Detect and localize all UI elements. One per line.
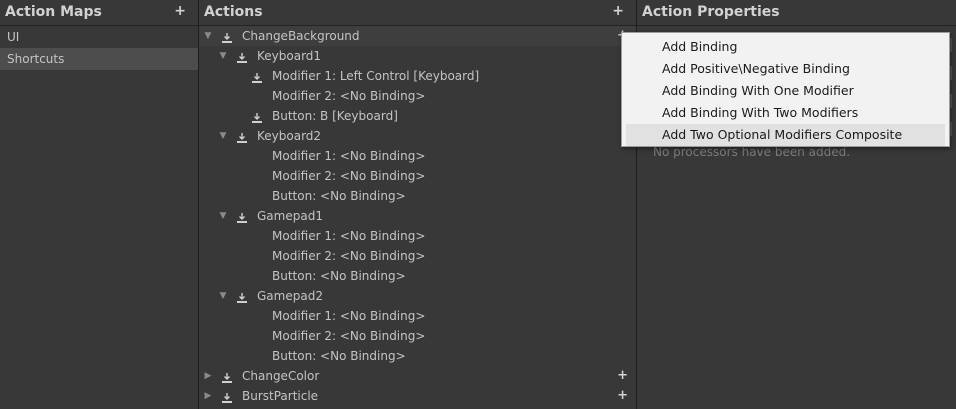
tree-row-label: Gamepad1 bbox=[257, 209, 323, 223]
binding-part-row[interactable]: Modifier 1: <No Binding> bbox=[199, 306, 636, 326]
input-binding-icon bbox=[236, 210, 248, 223]
foldout-expanded-icon[interactable]: ▼ bbox=[218, 46, 228, 66]
actions-header: Actions + bbox=[199, 0, 636, 26]
action-row[interactable]: ▶ ChangeColor + bbox=[199, 366, 636, 386]
binding-part-row[interactable]: Modifier 2: <No Binding> bbox=[199, 166, 636, 186]
input-binding-icon bbox=[251, 70, 263, 83]
input-actions-editor: Action Maps + UI Shortcuts Actions + ▼ Cha… bbox=[0, 0, 956, 409]
input-binding-icon bbox=[236, 130, 248, 143]
action-maps-panel: Action Maps + UI Shortcuts bbox=[0, 0, 198, 409]
tree-row-label: BurstParticle bbox=[242, 389, 319, 403]
composite-binding-row[interactable]: ▼ Gamepad1 bbox=[199, 206, 636, 226]
tree-row-label: ChangeBackground bbox=[242, 29, 360, 43]
foldout-expanded-icon[interactable]: ▼ bbox=[218, 206, 228, 226]
tree-row-label: Button: B [Keyboard] bbox=[272, 109, 398, 123]
processors-empty-hint: No processors have been added. bbox=[653, 145, 851, 159]
context-menu-item[interactable]: Add Two Optional Modifiers Composite bbox=[626, 124, 945, 146]
add-binding-button[interactable]: + bbox=[617, 386, 628, 406]
context-menu-item[interactable]: Add Binding With Two Modifiers bbox=[626, 102, 945, 124]
input-binding-icon bbox=[221, 390, 233, 403]
input-binding-icon bbox=[251, 110, 263, 123]
input-binding-icon bbox=[236, 290, 248, 303]
action-maps-list: UI Shortcuts bbox=[0, 26, 198, 70]
tree-row-label: ChangeColor bbox=[242, 369, 320, 383]
tree-row-label: Modifier 1: <No Binding> bbox=[272, 149, 426, 163]
action-maps-header: Action Maps + bbox=[0, 0, 198, 26]
binding-part-row[interactable]: Modifier 1: <No Binding> bbox=[199, 146, 636, 166]
binding-part-row[interactable]: Button: <No Binding> bbox=[199, 346, 636, 366]
tree-row-label: Button: <No Binding> bbox=[272, 189, 406, 203]
binding-part-row[interactable]: Modifier 2: <No Binding> bbox=[199, 86, 636, 106]
context-menu-item[interactable]: Add Binding With One Modifier bbox=[626, 80, 945, 102]
actions-panel: Actions + ▼ ChangeBackground + ▼ Keyboard1 Mo… bbox=[199, 0, 636, 409]
tree-row-label: Keyboard1 bbox=[257, 49, 322, 63]
tree-row-label: Modifier 1: <No Binding> bbox=[272, 229, 426, 243]
composite-binding-row[interactable]: ▼ Keyboard2 bbox=[199, 126, 636, 146]
add-binding-context-menu: Add Binding Add Positive\Negative Binding… bbox=[621, 32, 950, 147]
tree-row-label: Keyboard2 bbox=[257, 129, 322, 143]
action-row[interactable]: ▼ChangeBackground+ bbox=[199, 26, 636, 46]
composite-binding-row[interactable]: ▼ Gamepad2 bbox=[199, 286, 636, 306]
action-map-item[interactable]: Shortcuts bbox=[0, 48, 198, 70]
tree-row-label: Modifier 1: <No Binding> bbox=[272, 309, 426, 323]
foldout-collapsed-icon[interactable]: ▶ bbox=[203, 366, 213, 386]
foldout-expanded-icon[interactable]: ▼ bbox=[218, 126, 228, 146]
tree-row-label: Modifier 2: <No Binding> bbox=[272, 249, 426, 263]
input-binding-icon bbox=[221, 370, 233, 383]
context-menu-item[interactable]: Add Binding bbox=[626, 36, 945, 58]
action-row[interactable]: ▶ BurstParticle + bbox=[199, 386, 636, 406]
input-binding-icon bbox=[221, 30, 233, 43]
add-action-button[interactable]: + bbox=[612, 3, 624, 19]
composite-binding-row[interactable]: ▼ Keyboard1 bbox=[199, 46, 636, 66]
actions-tree: ▼ ChangeBackground + ▼ Keyboard1 Modifier 1: … bbox=[199, 26, 636, 406]
tree-row-label: Modifier 2: <No Binding> bbox=[272, 329, 426, 343]
context-menu-item[interactable]: Add Positive\Negative Binding bbox=[626, 58, 945, 80]
binding-part-row[interactable]: Button: B [Keyboard] bbox=[199, 106, 636, 126]
tree-row-label: Button: <No Binding> bbox=[272, 349, 406, 363]
foldout-expanded-icon[interactable]: ▼ bbox=[203, 26, 213, 46]
foldout-expanded-icon[interactable]: ▼ bbox=[218, 286, 228, 306]
action-map-item[interactable]: UI bbox=[0, 26, 198, 48]
foldout-collapsed-icon[interactable]: ▶ bbox=[203, 386, 213, 406]
tree-row-label: Modifier 2: <No Binding> bbox=[272, 89, 426, 103]
action-properties-title: Action Properties bbox=[642, 4, 780, 20]
input-binding-icon bbox=[236, 50, 248, 63]
tree-row-label: Gamepad2 bbox=[257, 289, 323, 303]
action-maps-title: Action Maps bbox=[5, 4, 102, 20]
add-action-map-button[interactable]: + bbox=[174, 3, 186, 19]
binding-part-row[interactable]: Modifier 2: <No Binding> bbox=[199, 246, 636, 266]
add-binding-button[interactable]: + bbox=[617, 366, 628, 386]
binding-part-row[interactable]: Modifier 1: <No Binding> bbox=[199, 226, 636, 246]
action-properties-header: Action Properties bbox=[637, 0, 956, 26]
tree-row-label: Modifier 1: Left Control [Keyboard] bbox=[272, 69, 480, 83]
binding-part-row[interactable]: Modifier 2: <No Binding> bbox=[199, 326, 636, 346]
binding-part-row[interactable]: Button: <No Binding> bbox=[199, 266, 636, 286]
tree-row-label: Button: <No Binding> bbox=[272, 269, 406, 283]
binding-part-row[interactable]: Button: <No Binding> bbox=[199, 186, 636, 206]
actions-title: Actions bbox=[204, 4, 263, 20]
tree-row-label: Modifier 2: <No Binding> bbox=[272, 169, 426, 183]
binding-part-row[interactable]: Modifier 1: Left Control [Keyboard] bbox=[199, 66, 636, 86]
